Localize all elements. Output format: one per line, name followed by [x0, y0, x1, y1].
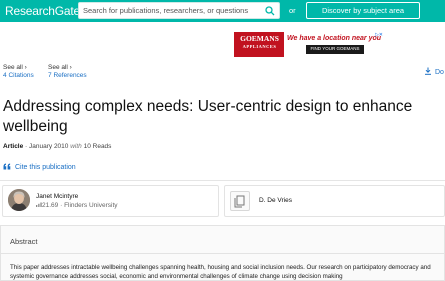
references-count: 7: [48, 72, 52, 79]
author-score: 21.69: [42, 202, 59, 209]
publication-reads: 10 Reads: [83, 143, 112, 150]
author-name[interactable]: D. De Vries: [259, 197, 292, 204]
ad-cta-label: FIND YOUR GOEMANS: [310, 46, 360, 51]
references-label: References: [53, 72, 87, 79]
citations-label: Citations: [8, 72, 34, 79]
copy-document-icon: [234, 195, 245, 208]
author-card-devries[interactable]: D. De Vries: [224, 185, 445, 217]
ad-brand-name: GOEMANS: [240, 34, 279, 43]
discover-by-subject-button[interactable]: Discover by subject area: [306, 2, 420, 19]
citations-see-all[interactable]: See all ›: [3, 64, 34, 72]
avatar-photo: [8, 189, 30, 211]
author-affiliation: Flinders University: [64, 202, 118, 209]
search-input[interactable]: Search for publications, researchers, or…: [78, 2, 280, 19]
ad-brand-sub: APPLIANCES: [242, 44, 277, 49]
publication-title: Addressing complex needs: User-centric d…: [3, 98, 413, 135]
references-stat[interactable]: See all › 7 References: [48, 64, 87, 80]
abstract-divider: [1, 253, 445, 254]
ad-content: We have a location near you FIND YOUR GO…: [284, 32, 384, 57]
researchgate-logo[interactable]: ResearchGate: [5, 4, 80, 18]
author-card-janet[interactable]: Janet Mcintyre 21.69 · Flinders Universi…: [2, 185, 219, 217]
ad-banner[interactable]: GOEMANS APPLIANCES We have a location ne…: [234, 32, 384, 57]
abstract-heading: Abstract: [10, 237, 38, 246]
cite-publication-link[interactable]: Cite this publication: [3, 163, 76, 171]
divider: [0, 180, 445, 181]
search-icon[interactable]: [265, 6, 275, 16]
citations-count: 4: [3, 72, 7, 79]
discover-label: Discover by subject area: [321, 6, 405, 15]
quote-icon: [3, 163, 11, 170]
ad-brand-logo: GOEMANS APPLIANCES: [237, 35, 282, 51]
cite-label: Cite this publication: [15, 164, 76, 171]
ad-close-icon[interactable]: ▷✕: [375, 32, 383, 38]
citations-stat[interactable]: See all › 4 Citations: [3, 64, 34, 80]
abstract-section: Abstract This paper addresses intractabl…: [0, 225, 445, 281]
author-placeholder: [230, 191, 250, 211]
or-text: or: [289, 6, 296, 15]
publication-type: Article: [3, 143, 24, 150]
publication-date: January 2010: [29, 143, 69, 150]
avatar[interactable]: [8, 189, 30, 211]
meta-with: with: [70, 143, 82, 150]
abstract-text: This paper addresses intractable wellbei…: [10, 264, 431, 280]
top-navigation-bar: ResearchGate Search for publications, re…: [0, 0, 445, 22]
download-button[interactable]: Do: [424, 67, 444, 76]
download-icon: [425, 67, 431, 75]
ad-tagline: We have a location near you: [287, 35, 382, 42]
references-see-all[interactable]: See all ›: [48, 64, 87, 72]
download-label: Do: [435, 69, 444, 76]
ad-cta-button[interactable]: FIND YOUR GOEMANS: [306, 45, 364, 54]
author-affiliation-line: 21.69 · Flinders University: [36, 202, 118, 209]
publication-meta: Article · January 2010 with 10 Reads: [3, 143, 111, 150]
search-placeholder: Search for publications, researchers, or…: [83, 6, 249, 15]
author-name[interactable]: Janet Mcintyre: [36, 193, 78, 200]
